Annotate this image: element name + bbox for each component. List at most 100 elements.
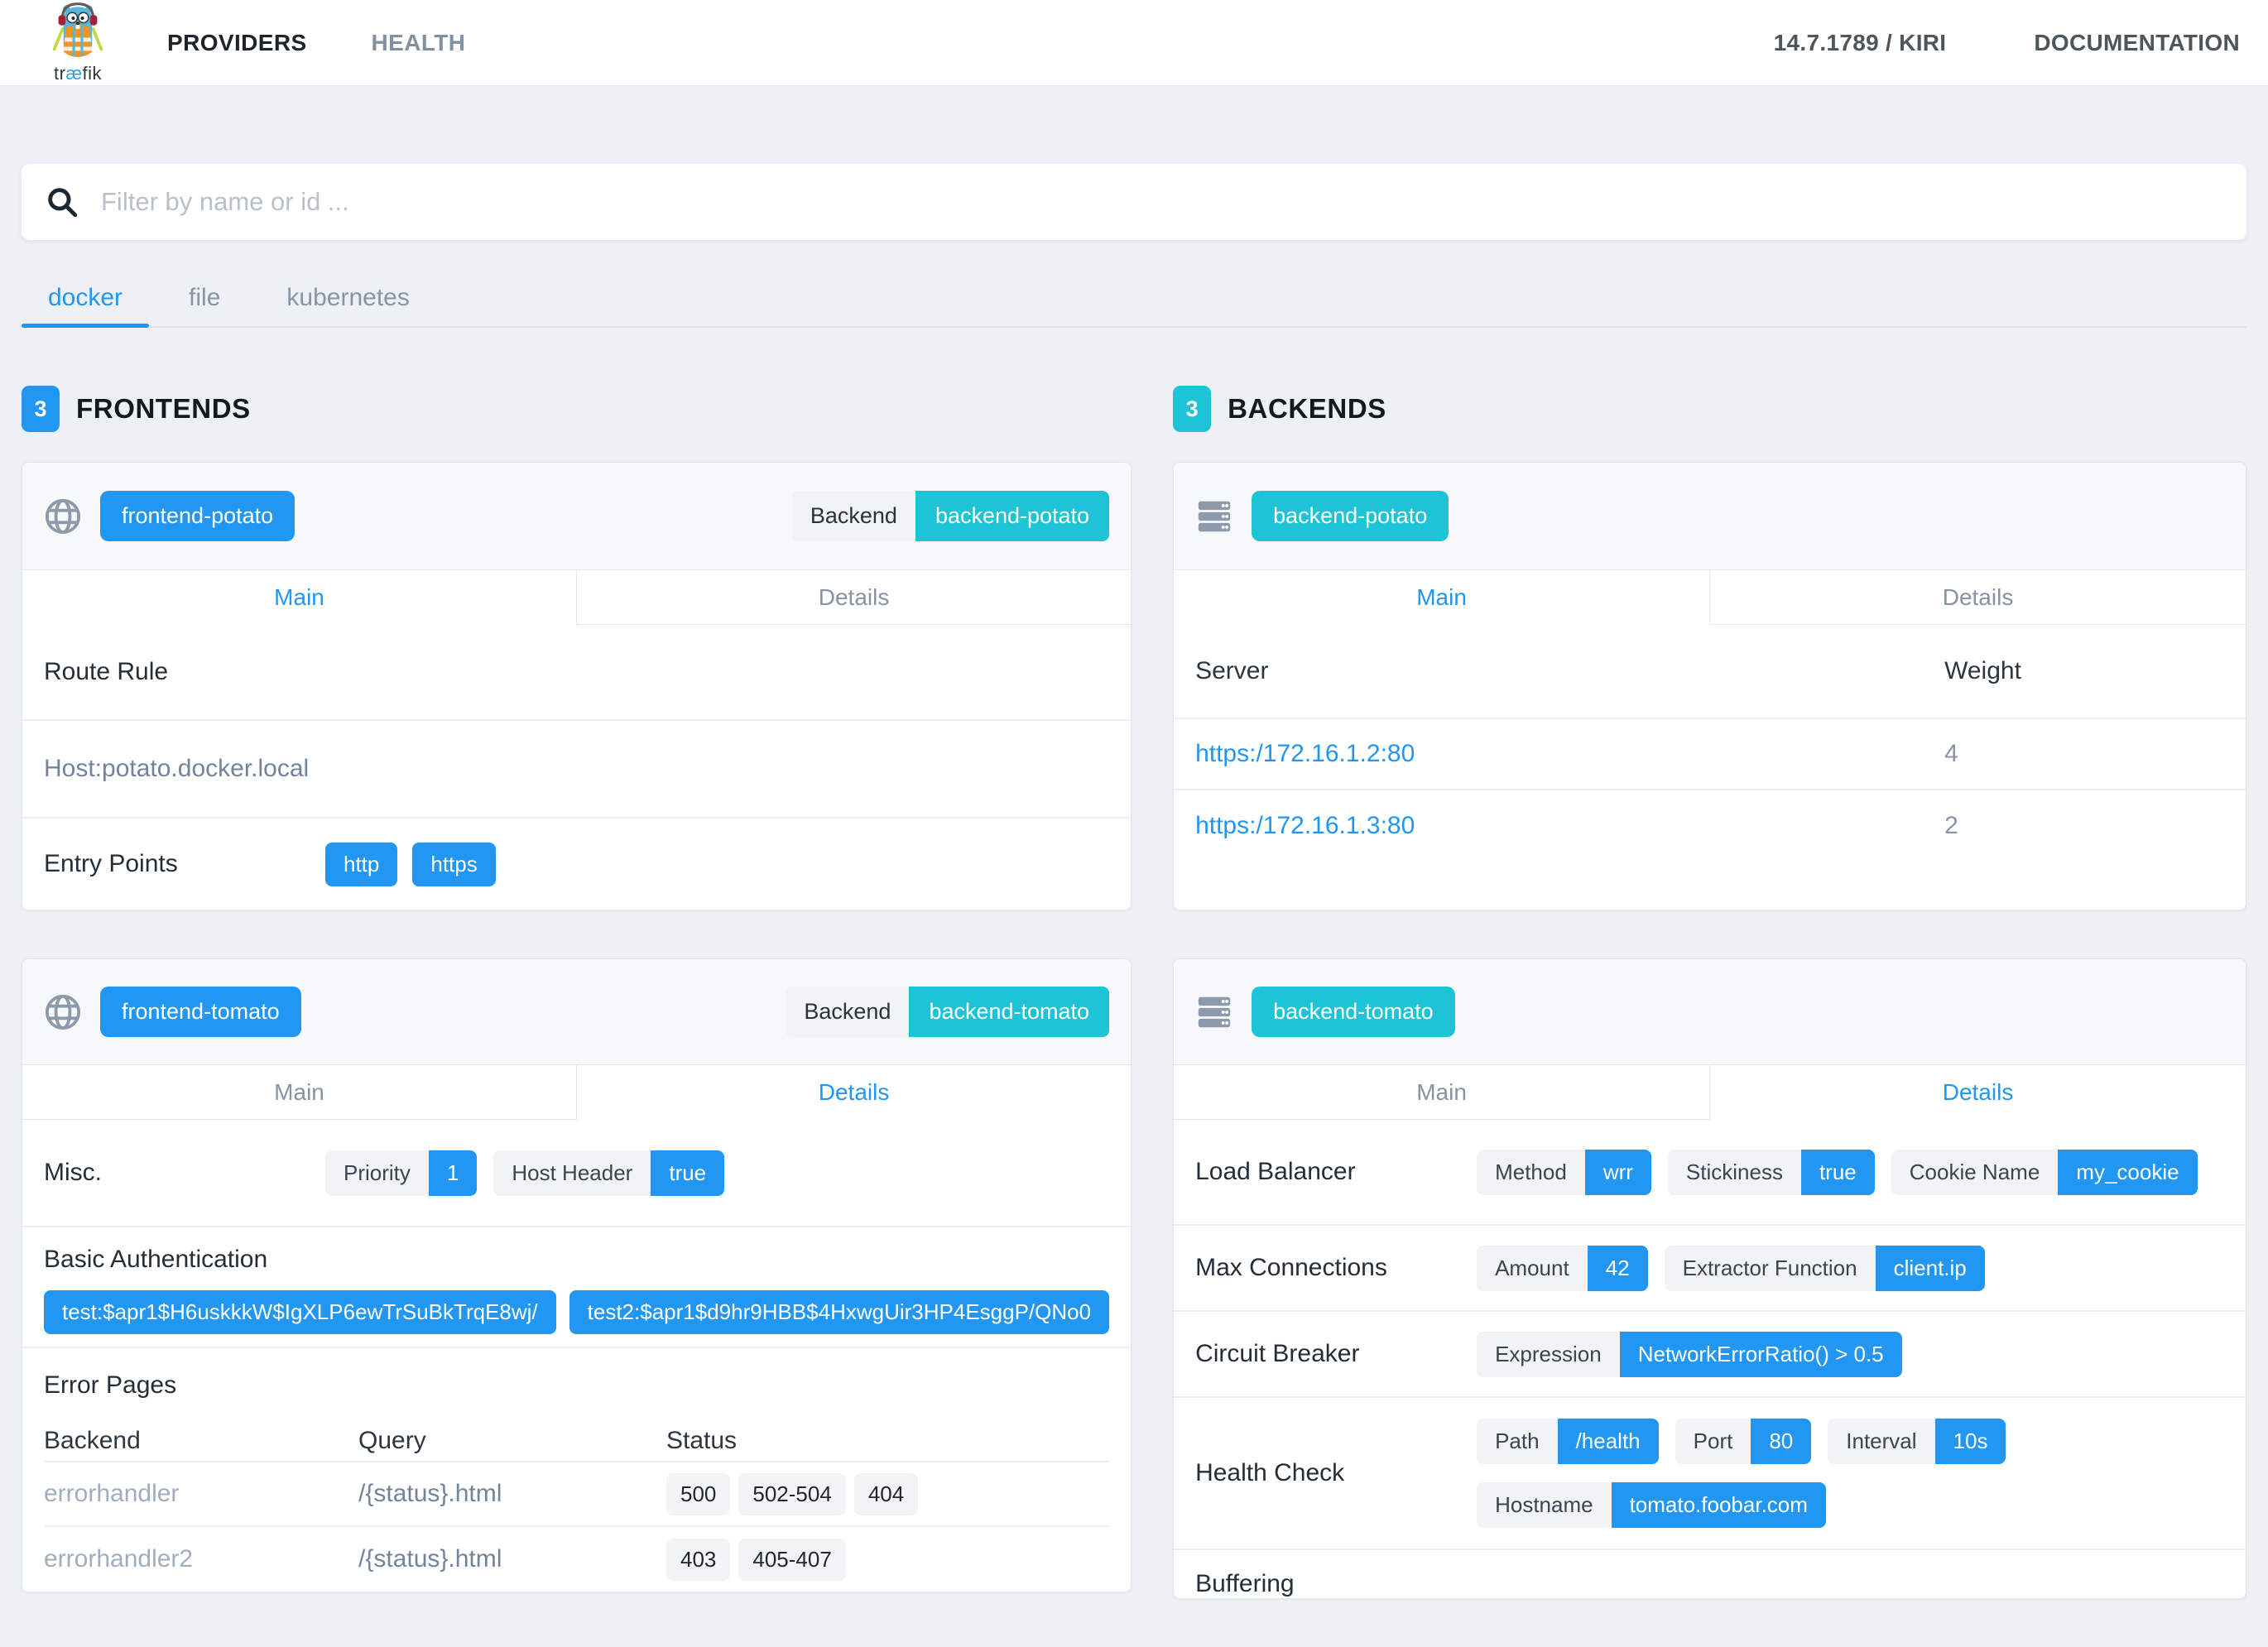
- error-backend: errorhandler: [44, 1480, 358, 1508]
- health-check-label: Health Check: [1195, 1459, 1477, 1487]
- tab-details[interactable]: Details: [577, 1065, 1131, 1120]
- frontend-name-pill: frontend-tomato: [100, 987, 301, 1037]
- buffering-row: Buffering: [1174, 1549, 2246, 1598]
- search-input[interactable]: [101, 187, 2223, 217]
- server-weight: 2: [1944, 812, 2224, 840]
- misc-row: Misc. Priority 1 Host Header true: [22, 1120, 1131, 1226]
- tab-main[interactable]: Main: [22, 570, 577, 625]
- status-badge: 405-407: [738, 1539, 845, 1581]
- backend-ref-value: backend-tomato: [909, 987, 1109, 1037]
- logo-wordmark: træfik: [54, 63, 102, 84]
- error-pages-section: Error Pages Backend Query Status errorha…: [22, 1347, 1131, 1592]
- entry-point-pill: https: [412, 843, 495, 886]
- server-url-link[interactable]: https:/172.16.1.3:80: [1195, 812, 1944, 840]
- status-badge: 404: [854, 1473, 918, 1515]
- port-pill: Port 80: [1675, 1419, 1812, 1464]
- basic-auth-label: Basic Authentication: [44, 1246, 1109, 1274]
- provider-tabs: docker file kubernetes: [22, 275, 2246, 328]
- backend-ref[interactable]: Backend backend-potato: [792, 491, 1109, 541]
- kv-value: tomato.foobar.com: [1612, 1482, 1826, 1528]
- buffering-label: Buffering: [1195, 1570, 1295, 1597]
- error-query: /{status}.html: [358, 1545, 666, 1573]
- route-rule-label: Route Rule: [44, 658, 168, 686]
- kv-value: true: [651, 1150, 724, 1196]
- basic-auth-hash-pill: test:$apr1$H6uskkkW$IgXLP6ewTrSuBkTrqE8w…: [44, 1290, 556, 1334]
- server-weight: 4: [1944, 740, 2224, 768]
- col-backend: Backend: [44, 1427, 358, 1455]
- tab-file[interactable]: file: [162, 275, 247, 326]
- status-badge: 403: [666, 1539, 730, 1581]
- search-bar: [22, 164, 2246, 240]
- nav-links: PROVIDERS HEALTH: [167, 30, 465, 56]
- server-row: https:/172.16.1.3:80 2: [1174, 790, 2246, 862]
- kv-key: Port: [1675, 1419, 1751, 1464]
- card-header: frontend-tomato Backend backend-tomato: [22, 959, 1131, 1065]
- nav-link-providers[interactable]: PROVIDERS: [167, 30, 307, 56]
- server-url-link[interactable]: https:/172.16.1.2:80: [1195, 740, 1944, 768]
- kv-key: Priority: [325, 1150, 429, 1196]
- priority-pill: Priority 1: [325, 1150, 477, 1196]
- backend-ref-label: Backend: [786, 987, 909, 1037]
- frontend-tomato-card: frontend-tomato Backend backend-tomato M…: [22, 958, 1132, 1592]
- frontends-header: 3 FRONTENDS: [22, 386, 1132, 432]
- card-tabs: Main Details: [22, 570, 1131, 625]
- version-label: 14.7.1789 / KIRI: [1774, 30, 1947, 56]
- tab-main[interactable]: Main: [1174, 570, 1710, 625]
- basic-auth-section: Basic Authentication test:$apr1$H6uskkkW…: [22, 1226, 1131, 1347]
- kv-value: NetworkErrorRatio() > 0.5: [1620, 1332, 1902, 1377]
- tab-details[interactable]: Details: [1710, 570, 2246, 625]
- entry-points-label: Entry Points: [44, 850, 325, 878]
- method-pill: Method wrr: [1477, 1150, 1651, 1195]
- max-connections-label: Max Connections: [1195, 1254, 1477, 1282]
- backend-ref-value: backend-potato: [915, 491, 1109, 541]
- nav-link-health[interactable]: HEALTH: [372, 30, 466, 56]
- tab-details[interactable]: Details: [1710, 1065, 2246, 1120]
- load-balancer-label: Load Balancer: [1195, 1158, 1477, 1186]
- nav-link-documentation[interactable]: DOCUMENTATION: [2034, 30, 2240, 56]
- kv-key: Interval: [1828, 1419, 1934, 1464]
- error-page-row: errorhandler2 /{status}.html 403 405-407: [44, 1527, 1109, 1592]
- health-check-row: Health Check Path /health Port 80 Interv…: [1174, 1396, 2246, 1549]
- backends-title: BACKENDS: [1228, 393, 1386, 425]
- kv-key: Hostname: [1477, 1482, 1612, 1528]
- tab-main[interactable]: Main: [1174, 1065, 1710, 1120]
- servers-icon: [1195, 993, 1233, 1031]
- server-row: https:/172.16.1.2:80 4: [1174, 719, 2246, 790]
- tab-details[interactable]: Details: [577, 570, 1131, 625]
- frontends-count-badge: 3: [22, 386, 60, 432]
- kv-key: Host Header: [493, 1150, 651, 1196]
- kv-value: true: [1801, 1150, 1875, 1195]
- host-header-pill: Host Header true: [493, 1150, 724, 1196]
- traefik-logo[interactable]: træfik: [28, 1, 127, 84]
- misc-label: Misc.: [44, 1159, 325, 1187]
- backend-ref-label: Backend: [792, 491, 915, 541]
- tab-kubernetes[interactable]: kubernetes: [260, 275, 435, 326]
- error-page-row: errorhandler /{status}.html 500 502-504 …: [44, 1462, 1109, 1527]
- kv-value: 42: [1588, 1246, 1648, 1291]
- status-badge: 502-504: [738, 1473, 845, 1515]
- status-badge: 500: [666, 1473, 730, 1515]
- stickiness-pill: Stickiness true: [1668, 1150, 1875, 1195]
- servers-table-header: Server Weight: [1174, 625, 2246, 719]
- col-server: Server: [1195, 657, 1944, 685]
- hostname-pill: Hostname tomato.foobar.com: [1477, 1482, 1826, 1528]
- route-rule-header-row: Route Rule: [22, 625, 1131, 719]
- route-rule-value-row: Host:potato.docker.local: [22, 719, 1131, 817]
- card-tabs: Main Details: [22, 1065, 1131, 1120]
- route-rule-value: Host:potato.docker.local: [44, 755, 309, 783]
- col-query: Query: [358, 1427, 666, 1455]
- interval-pill: Interval 10s: [1828, 1419, 2006, 1464]
- error-pages-label: Error Pages: [44, 1371, 1109, 1400]
- frontend-potato-card: frontend-potato Backend backend-potato M…: [22, 462, 1132, 910]
- kv-key: Expression: [1477, 1332, 1620, 1377]
- kv-key: Amount: [1477, 1246, 1588, 1291]
- load-balancer-row: Load Balancer Method wrr Stickiness true…: [1174, 1120, 2246, 1224]
- tab-docker[interactable]: docker: [22, 275, 149, 326]
- basic-auth-hash-pill: test2:$apr1$d9hr9HBB$4HxwgUir3HP4EsggP/Q…: [569, 1290, 1109, 1334]
- tab-main[interactable]: Main: [22, 1065, 577, 1120]
- backend-name-pill: backend-potato: [1252, 491, 1449, 541]
- backend-ref[interactable]: Backend backend-tomato: [786, 987, 1109, 1037]
- extractor-function-pill: Extractor Function client.ip: [1665, 1246, 1985, 1291]
- backend-potato-card: backend-potato Main Details Server Weigh…: [1173, 462, 2246, 910]
- kv-value: 1: [429, 1150, 477, 1196]
